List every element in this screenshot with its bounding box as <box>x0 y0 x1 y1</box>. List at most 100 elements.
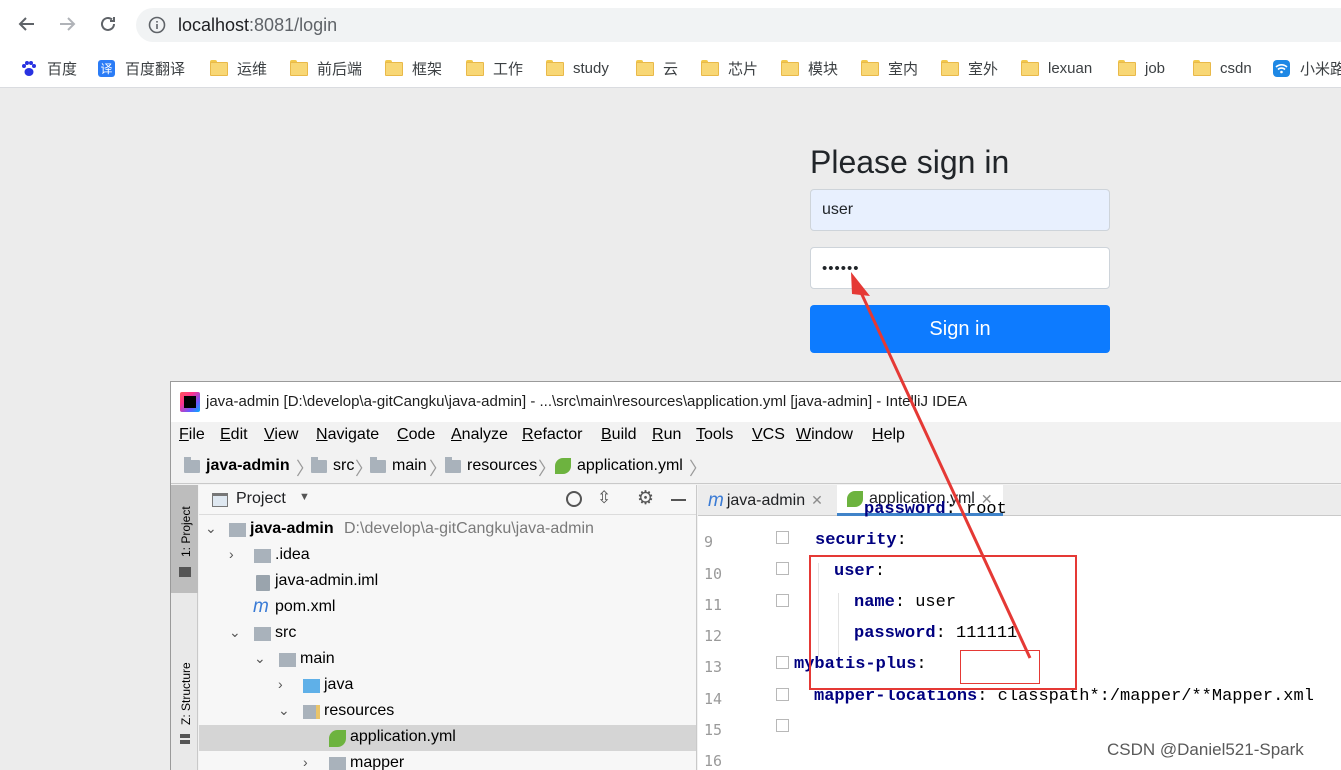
username-input[interactable] <box>810 189 1110 231</box>
bookmark-label: 室内 <box>888 60 919 78</box>
tab-java-admin[interactable]: m java-admin ✕ <box>698 485 833 516</box>
minimize-icon[interactable] <box>671 499 686 501</box>
menu-view[interactable]: View <box>264 426 298 444</box>
tree-label: application.yml <box>350 728 456 745</box>
bookmark-folder[interactable]: 室内 <box>861 57 918 79</box>
tree-row-selected[interactable]: application.yml <box>199 725 696 751</box>
bookmark-label: 工作 <box>493 60 524 78</box>
breadcrumb-item-resources[interactable]: resources <box>445 456 537 475</box>
collapse-all-icon[interactable]: ⇳ <box>597 488 611 508</box>
menu-run[interactable]: Run <box>652 426 681 444</box>
close-icon[interactable]: ✕ <box>811 492 823 509</box>
fold-marker-icon[interactable] <box>776 656 789 669</box>
structure-tool-tab[interactable]: Z: Structure <box>179 662 193 725</box>
tree-label: mapper <box>350 754 405 770</box>
fold-marker-icon[interactable] <box>776 719 789 732</box>
folder-icon <box>290 59 308 77</box>
bookmark-folder[interactable]: 芯片 <box>701 57 758 79</box>
tree-row[interactable]: java-admin.iml <box>199 569 696 595</box>
folder-icon <box>385 59 403 77</box>
code-line-11[interactable]: user: <box>834 562 885 581</box>
bookmark-folder[interactable]: csdn <box>1193 57 1252 79</box>
menu-refactor[interactable]: Refactor <box>522 426 582 444</box>
code-line-15[interactable]: mapper-locations: classpath*:/mapper/**M… <box>814 687 1314 706</box>
browser-toolbar: localhost:8081/login <box>0 0 1341 48</box>
folder-icon <box>861 59 879 77</box>
breadcrumb-item-src[interactable]: src <box>311 456 355 475</box>
chevron-right-icon[interactable]: › <box>278 676 283 692</box>
tree-row[interactable]: › mapper <box>199 751 696 770</box>
folder-icon <box>941 59 959 77</box>
chevron-down-icon[interactable]: ▼ <box>299 491 310 503</box>
code-line-14[interactable]: mybatis-plus: <box>794 655 927 674</box>
tree-row[interactable]: ⌄ src <box>199 621 696 647</box>
locate-icon[interactable] <box>566 491 582 507</box>
fold-marker-icon[interactable] <box>776 531 789 544</box>
bookmark-folder[interactable]: 框架 <box>385 57 442 79</box>
bookmark-folder[interactable]: 云 <box>636 57 678 79</box>
yaml-key: password <box>864 500 946 519</box>
breadcrumb-item-java-admin[interactable]: java-admin <box>184 456 290 475</box>
bookmark-folder[interactable]: job <box>1118 57 1165 79</box>
menu-analyze[interactable]: Analyze <box>451 426 508 444</box>
reload-button[interactable] <box>95 11 121 37</box>
menu-edit[interactable]: Edit <box>220 426 248 444</box>
breadcrumb-item-main[interactable]: main <box>370 456 427 475</box>
bookmark-xiaomi[interactable]: 小米路 <box>1273 57 1341 79</box>
bookmark-folder[interactable]: 前后端 <box>290 57 362 79</box>
project-tool-tab[interactable]: 1: Project <box>171 485 198 593</box>
folder-icon <box>1193 59 1211 77</box>
menu-code[interactable]: Code <box>397 426 435 444</box>
folder-icon <box>701 59 719 77</box>
menu-vcs[interactable]: VCS <box>752 426 785 444</box>
menu-tools[interactable]: Tools <box>696 426 733 444</box>
fold-marker-icon[interactable] <box>776 594 789 607</box>
chevron-down-icon[interactable]: ⌄ <box>254 650 266 667</box>
back-button[interactable] <box>14 11 40 37</box>
chevron-right-icon[interactable]: › <box>229 546 234 562</box>
menu-help[interactable]: Help <box>872 426 905 444</box>
breadcrumb-label: java-admin <box>206 457 290 474</box>
bookmark-folder[interactable]: 室外 <box>941 57 998 79</box>
password-input[interactable] <box>810 247 1110 289</box>
tree-row[interactable]: › .idea <box>199 543 696 569</box>
tree-row-root[interactable]: ⌄ java-admin D:\develop\a-gitCangku\java… <box>199 517 696 543</box>
sign-in-button[interactable]: Sign in <box>810 305 1110 353</box>
bookmark-baidu[interactable]: 百度 <box>20 57 77 79</box>
bookmark-folder[interactable]: study <box>546 57 609 79</box>
chevron-down-icon[interactable]: ⌄ <box>278 702 290 719</box>
fold-marker-icon[interactable] <box>776 562 789 575</box>
chevron-down-icon[interactable]: ⌄ <box>205 520 217 537</box>
bookmark-folder[interactable]: 工作 <box>466 57 523 79</box>
fold-marker-icon[interactable] <box>776 688 789 701</box>
breadcrumb-item-application-yml[interactable]: application.yml <box>555 457 683 475</box>
bookmark-folder[interactable]: lexuan <box>1021 57 1092 79</box>
url-text[interactable]: localhost:8081/login <box>178 15 337 36</box>
folder-icon <box>311 456 327 473</box>
bookmark-folder[interactable]: 运维 <box>210 57 267 79</box>
menu-window[interactable]: Window <box>796 426 853 444</box>
code-line-12[interactable]: name: user <box>854 593 956 612</box>
code-editor[interactable]: m java-admin ✕ application.yml ✕ 9 10 11… <box>698 485 1341 770</box>
menu-build[interactable]: Build <box>601 426 637 444</box>
gear-icon[interactable]: ⚙ <box>637 487 654 510</box>
bookmark-baidu-translate[interactable]: 译 百度翻译 <box>98 57 185 79</box>
tree-row[interactable]: › java <box>199 673 696 699</box>
tree-row[interactable]: ⌄ resources <box>199 699 696 725</box>
tree-row[interactable]: m pom.xml <box>199 595 696 621</box>
code-line-9[interactable]: password: root <box>864 500 1007 519</box>
tree-row[interactable]: ⌄ main <box>199 647 696 673</box>
breadcrumb-label: src <box>333 457 355 474</box>
code-line-13[interactable]: password: 111111 <box>854 624 1017 643</box>
chevron-right-icon[interactable]: › <box>303 754 308 770</box>
menu-navigate[interactable]: Navigate <box>316 426 379 444</box>
chevron-down-icon[interactable]: ⌄ <box>229 624 241 641</box>
info-icon[interactable] <box>148 16 166 39</box>
forward-button[interactable] <box>54 11 80 37</box>
bookmark-folder[interactable]: 模块 <box>781 57 838 79</box>
code-line-10[interactable]: security: <box>815 531 907 550</box>
address-bar[interactable]: localhost:8081/login <box>136 8 1341 42</box>
menu-file[interactable]: File <box>179 426 205 444</box>
project-view-selector[interactable]: Project <box>236 490 286 508</box>
project-view-icon <box>212 493 228 507</box>
